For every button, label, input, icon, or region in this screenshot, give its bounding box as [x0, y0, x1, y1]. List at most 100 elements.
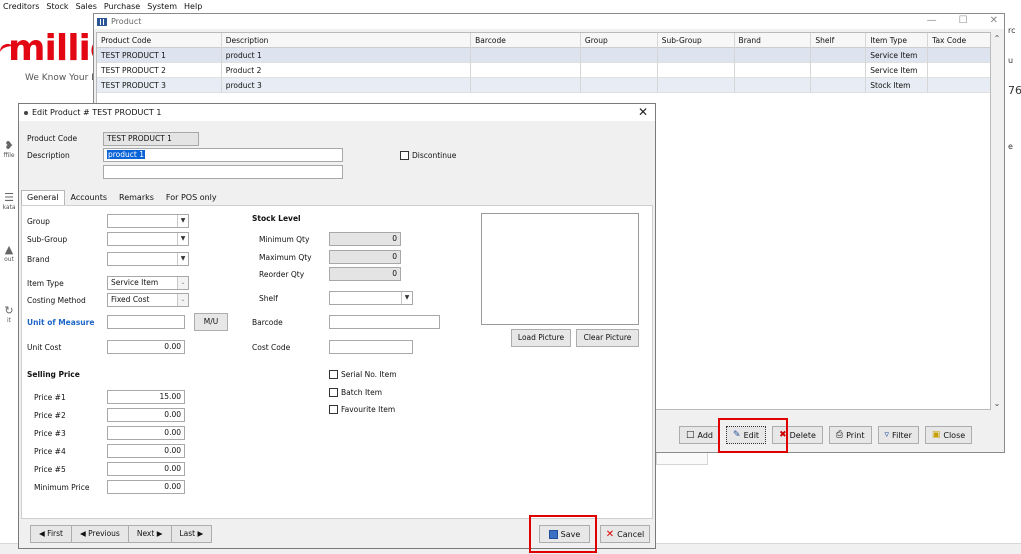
price-5-field[interactable]: 0.00 — [107, 462, 185, 476]
group-dropdown[interactable]: ▼ — [107, 214, 189, 228]
column-header[interactable]: Tax Code — [928, 33, 990, 48]
side-shortcut-logout[interactable]: ▲ out — [0, 244, 18, 268]
menu-help[interactable]: Help — [184, 0, 202, 14]
item-type-dropdown[interactable]: Service Item ⌄ — [107, 276, 189, 290]
edit-tabs: General Accounts Remarks For POS only — [21, 190, 223, 205]
batch-item-checkbox[interactable] — [329, 388, 338, 397]
close-icon[interactable]: ✕ — [638, 105, 648, 119]
save-button[interactable]: Save — [539, 525, 590, 543]
first-button[interactable]: ◀ First — [30, 525, 72, 543]
tab-pos[interactable]: For POS only — [160, 190, 223, 205]
table-cell: Service Item — [866, 62, 929, 78]
table-cell — [928, 78, 990, 93]
brand-dropdown[interactable]: ▼ — [107, 252, 189, 266]
column-header[interactable]: Description — [222, 33, 472, 48]
print-button[interactable]: ⎙ Print — [828, 426, 872, 444]
side-shortcut-exit[interactable]: ↻ it — [0, 305, 18, 329]
filter-button[interactable]: ▿ Filter — [877, 426, 919, 444]
menu-creditors[interactable]: Creditors — [3, 0, 39, 14]
edit-button[interactable]: ✎ Edit — [726, 426, 767, 444]
price-1-field[interactable]: 15.00 — [107, 390, 185, 404]
next-button[interactable]: Next ▶ — [127, 525, 172, 543]
tab-remarks[interactable]: Remarks — [113, 190, 160, 205]
barcode-field[interactable] — [329, 315, 440, 329]
shelf-dropdown[interactable]: ▼ — [329, 291, 413, 305]
table-cell — [735, 47, 812, 63]
product-window-titlebar: Product — [94, 14, 1004, 29]
chevron-down-icon: ⌄ — [177, 294, 188, 306]
price-4-field[interactable]: 0.00 — [107, 444, 185, 458]
menu-purchase[interactable]: Purchase — [104, 0, 140, 14]
load-picture-button[interactable]: Load Picture — [511, 329, 571, 347]
cost-code-field[interactable] — [329, 340, 413, 354]
table-cell — [811, 47, 867, 63]
last-button[interactable]: Last ▶ — [170, 525, 213, 543]
min-qty-label: Minimum Qty — [259, 235, 310, 244]
table-row[interactable]: TEST PRODUCT 1 product 1 Service Item — [97, 47, 990, 63]
column-header[interactable]: Brand — [735, 33, 812, 48]
menu-system[interactable]: System — [147, 0, 177, 14]
close-button[interactable]: ▣ Close — [924, 426, 973, 444]
table-row[interactable]: TEST PRODUCT 3 product 3 Stock Item — [97, 77, 990, 93]
max-qty-field[interactable]: 0 — [329, 250, 401, 264]
discontinue-checkbox[interactable] — [400, 151, 409, 160]
batch-item-label: Batch Item — [341, 388, 383, 397]
column-header[interactable]: Barcode — [471, 33, 581, 48]
last-icon: ▶ — [197, 529, 204, 538]
add-button[interactable]: □ Add — [679, 426, 721, 444]
previous-button[interactable]: ◀ Previous — [70, 525, 129, 543]
table-cell — [735, 62, 812, 78]
price-3-field[interactable]: 0.00 — [107, 426, 185, 440]
description-line2-field[interactable] — [103, 165, 343, 179]
unit-cost-field[interactable]: 0.00 — [107, 340, 185, 354]
column-header[interactable]: Item Type — [866, 33, 929, 48]
logo-tagline: We Know Your I — [25, 73, 94, 83]
unit-of-measure-field[interactable] — [107, 315, 185, 329]
file-icon: ❥ — [4, 139, 14, 152]
column-header[interactable]: Shelf — [811, 33, 867, 48]
menu-stock[interactable]: Stock — [46, 0, 68, 14]
column-header[interactable]: Group — [581, 33, 658, 48]
subgroup-label: Sub-Group — [27, 235, 68, 244]
grid-scrollbar[interactable]: ⌃ ⌄ — [991, 32, 1003, 410]
subgroup-dropdown[interactable]: ▼ — [107, 232, 189, 246]
table-cell: TEST PRODUCT 3 — [97, 77, 222, 93]
minimize-icon[interactable]: — — [927, 16, 937, 26]
min-qty-field[interactable]: 0 — [329, 232, 401, 246]
mu-button[interactable]: M/U — [194, 313, 228, 331]
table-row[interactable]: TEST PRODUCT 2 Product 2 Service Item — [97, 62, 990, 78]
side-shortcut-data[interactable]: ☰ kata — [0, 192, 18, 216]
cancel-button[interactable]: ✕ Cancel — [600, 525, 650, 543]
clear-picture-button[interactable]: Clear Picture — [576, 329, 639, 347]
serial-no-checkbox[interactable] — [329, 370, 338, 379]
side-shortcut-file[interactable]: ❥ ffile — [0, 140, 18, 164]
clipped-text: rc — [1008, 26, 1016, 35]
print-icon: ⎙ — [835, 429, 844, 440]
product-toolbar: □ Add ✎ Edit ✖ Delete ⎙ Print ▿ Filter ▣ Close — [679, 426, 973, 444]
close-icon[interactable]: ✕ — [990, 16, 998, 26]
tab-general[interactable]: General — [21, 190, 65, 205]
scroll-down-icon[interactable]: ⌄ — [991, 399, 1003, 408]
edit-dialog-title: Edit Product # TEST PRODUCT 1 — [32, 108, 162, 117]
column-header[interactable]: Product Code — [97, 33, 222, 48]
clipped-text: e — [1008, 142, 1013, 151]
favourite-item-checkbox[interactable] — [329, 405, 338, 414]
reorder-qty-field[interactable]: 0 — [329, 267, 401, 281]
maximize-icon[interactable]: ☐ — [959, 16, 968, 26]
price-2-field[interactable]: 0.00 — [107, 408, 185, 422]
company-logo: millic We Know Your I — [0, 30, 95, 90]
minimum-price-field[interactable]: 0.00 — [107, 480, 185, 494]
column-header[interactable]: Sub-Group — [658, 33, 735, 48]
product-window-title: Product — [111, 17, 142, 26]
menu-sales[interactable]: Sales — [76, 0, 97, 14]
product-code-field[interactable]: TEST PRODUCT 1 — [103, 132, 199, 146]
description-field[interactable]: product 1 — [103, 148, 343, 162]
clipped-text: 76 — [1008, 84, 1021, 97]
tab-accounts[interactable]: Accounts — [65, 190, 113, 205]
delete-button[interactable]: ✖ Delete — [772, 426, 823, 444]
table-cell: Stock Item — [866, 77, 929, 93]
scroll-up-icon[interactable]: ⌃ — [991, 34, 1003, 43]
item-type-label: Item Type — [27, 279, 64, 288]
table-cell — [471, 62, 581, 78]
costing-method-dropdown[interactable]: Fixed Cost ⌄ — [107, 293, 189, 307]
